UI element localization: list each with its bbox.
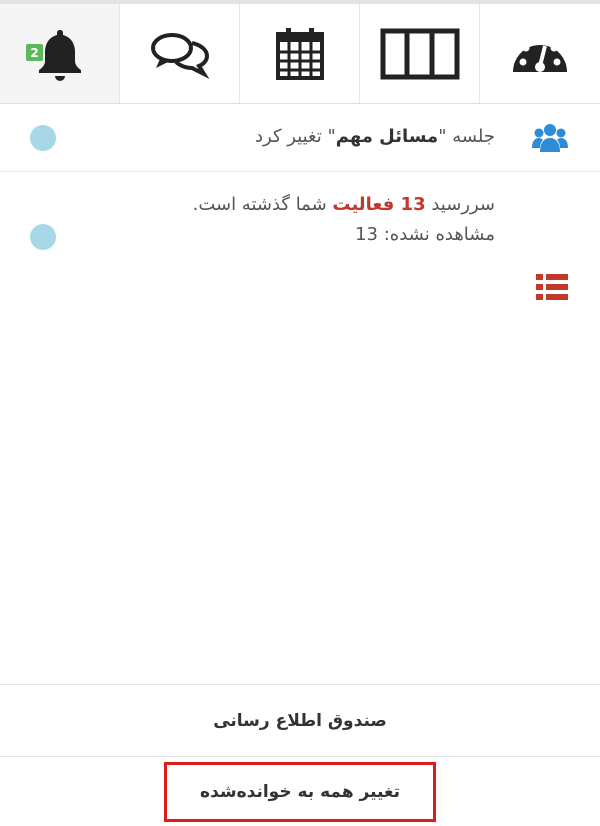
notification-list: جلسه "مسائل مهم" تغییر کرد سررسید 13 فعا… — [0, 104, 600, 300]
unread-indicator[interactable] — [30, 125, 56, 151]
list-icon — [536, 274, 568, 300]
notification-count-badge: 2 — [26, 44, 43, 61]
notification-text: جلسه "مسائل مهم" تغییر کرد — [0, 104, 495, 152]
notification-text-pre: جلسه " — [438, 126, 495, 147]
notification-item[interactable]: جلسه "مسائل مهم" تغییر کرد — [0, 104, 600, 172]
overdue-text-post: شما گذشته است. — [192, 194, 333, 215]
notification-item[interactable]: سررسید 13 فعالیت شما گذشته است. مشاهده ن… — [0, 172, 600, 300]
overdue-text-pre: سررسید — [425, 194, 495, 215]
mark-all-read-button[interactable]: تغییر همه به خوانده‌شده — [164, 761, 436, 822]
tab-columns[interactable] — [360, 4, 480, 103]
columns-icon — [380, 28, 459, 79]
tab-notifications[interactable]: 2 — [0, 4, 120, 103]
tab-messages[interactable] — [120, 4, 240, 103]
mark-all-read-row: تغییر همه به خوانده‌شده — [0, 756, 600, 826]
notification-tabs: 2 — [0, 4, 600, 104]
unread-indicator[interactable] — [30, 224, 56, 250]
tab-calendar[interactable] — [240, 4, 360, 103]
footer: صندوق اطلاع رسانی تغییر همه به خوانده‌شد… — [0, 684, 600, 826]
tab-dashboard[interactable] — [480, 4, 600, 103]
overdue-line: سررسید 13 فعالیت شما گذشته است. — [0, 190, 495, 220]
overdue-count: 13 فعالیت — [332, 194, 426, 215]
chat-bubbles-icon — [150, 32, 209, 79]
calendar-icon — [275, 27, 324, 80]
notification-text: سررسید 13 فعالیت شما گذشته است. مشاهده ن… — [0, 172, 495, 250]
unseen-count: مشاهده نشده: 13 — [355, 224, 495, 245]
notification-inbox-link[interactable]: صندوق اطلاع رسانی — [0, 684, 600, 756]
meeting-name: مسائل مهم — [335, 126, 439, 147]
dashboard-gauge-icon — [513, 36, 567, 72]
users-icon — [532, 124, 568, 152]
notification-text-post: " تغییر کرد — [255, 126, 336, 147]
